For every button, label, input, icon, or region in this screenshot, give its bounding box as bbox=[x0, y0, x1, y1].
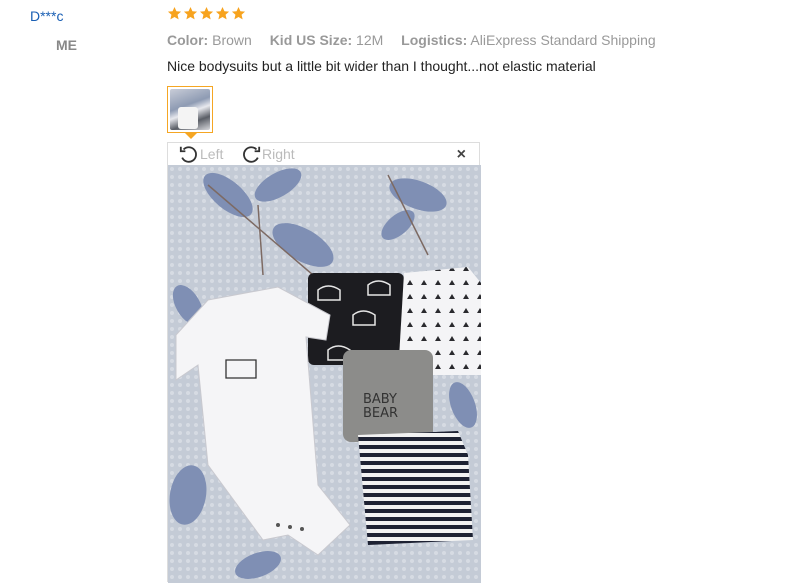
rotate-right-button[interactable]: Right bbox=[240, 144, 295, 164]
attr-color-key: Color: bbox=[167, 32, 209, 48]
star-icon bbox=[215, 6, 230, 20]
photo-thumbnail[interactable] bbox=[167, 86, 213, 133]
rotate-left-button[interactable]: Left bbox=[178, 144, 223, 164]
review-attributes: Color: Brown Kid US Size: 12M Logistics:… bbox=[167, 32, 670, 48]
rotate-left-icon bbox=[179, 146, 197, 163]
photo-viewer: Left Right × BABY BEAR bbox=[167, 142, 481, 583]
thumbnail-image bbox=[170, 89, 210, 130]
star-icon bbox=[231, 6, 246, 20]
attr-logistics-value: AliExpress Standard Shipping bbox=[470, 32, 656, 48]
attr-size-value: 12M bbox=[356, 32, 384, 48]
star-rating bbox=[167, 6, 246, 24]
rotate-right-label: Right bbox=[262, 146, 295, 162]
viewer-toolbar: Left Right × bbox=[168, 143, 479, 165]
review-text: Nice bodysuits but a little bit wider th… bbox=[167, 58, 596, 74]
thumbnail-caret-icon bbox=[185, 133, 197, 139]
photo-text-bear: BEAR bbox=[363, 406, 398, 421]
rotate-left-label: Left bbox=[200, 146, 224, 162]
striped-garment bbox=[358, 431, 473, 545]
attr-logistics-key: Logistics: bbox=[401, 32, 468, 48]
close-button[interactable]: × bbox=[457, 146, 466, 164]
reviewer-name[interactable]: D***c bbox=[30, 8, 63, 24]
photo-text-baby: BABY bbox=[363, 392, 397, 407]
star-icon bbox=[199, 6, 214, 20]
attr-size-key: Kid US Size: bbox=[269, 32, 353, 48]
photo-illustration: BABY BEAR bbox=[168, 165, 481, 583]
reviewer-country: ME bbox=[56, 37, 77, 53]
review-photo: BABY BEAR bbox=[168, 165, 481, 583]
star-icon bbox=[167, 6, 182, 20]
attr-color-value: Brown bbox=[212, 32, 252, 48]
star-icon bbox=[183, 6, 198, 20]
rotate-right-icon bbox=[243, 146, 261, 163]
